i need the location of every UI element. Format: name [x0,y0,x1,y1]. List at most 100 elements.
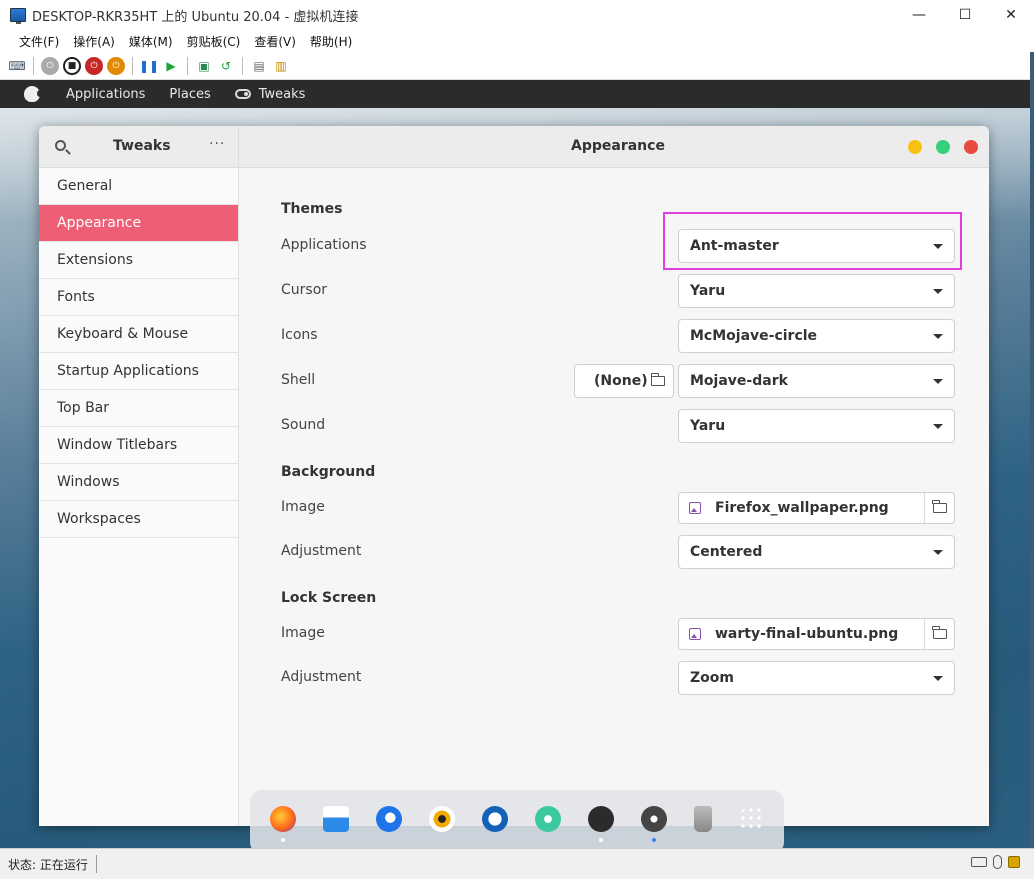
sidebar-item-window-titlebars[interactable]: Window Titlebars [39,427,238,464]
dropdown-arrow-icon [933,379,943,384]
dock [250,790,784,848]
shell-theme-label: Shell [281,372,316,388]
applications-theme-value: Ant-master [690,238,779,254]
shutdown-icon[interactable]: ⏻ [85,56,103,75]
sidebar-item-general[interactable]: General [39,168,238,205]
applications-menu[interactable]: Applications [66,87,145,102]
trash-icon[interactable] [694,806,712,832]
minimize-button[interactable]: — [896,0,942,30]
desktop-edge [1030,52,1034,848]
vm-connection-icon [10,8,26,24]
background-image-file-button[interactable]: Firefox_wallpaper.png [678,492,955,524]
background-adjustment-dropdown[interactable]: Centered [678,535,955,569]
status-separator [95,855,97,873]
browser-icon[interactable] [376,806,402,832]
icons-theme-label: Icons [281,327,318,343]
minimize-window-button[interactable] [908,140,922,154]
menu-media[interactable]: 媒体(M) [122,33,180,50]
applications-theme-label: Applications [281,237,367,253]
menu-help[interactable]: 帮助(H) [303,33,359,50]
sound-theme-value: Yaru [690,418,726,434]
lock-screen-adjustment-value: Zoom [690,670,734,686]
search-icon[interactable] [55,140,66,151]
dropdown-arrow-icon [933,289,943,294]
host-status-bar: 状态: 正在运行 [0,848,1034,879]
menu-file[interactable]: 文件(F) [12,33,66,50]
terminal-icon[interactable] [588,806,614,842]
gnome-top-bar: Applications Places Tweaks [0,80,1030,108]
pause-icon[interactable]: ❚❚ [139,57,159,75]
enhanced-session-icon[interactable]: ▤ [250,57,268,75]
dropdown-arrow-icon [933,550,943,555]
sidebar-item-startup-applications[interactable]: Startup Applications [39,353,238,390]
running-indicator [652,838,656,842]
shell-theme-value: Mojave-dark [690,373,788,389]
sidebar-item-windows[interactable]: Windows [39,464,238,501]
dropdown-arrow-icon [933,334,943,339]
apple-logo-icon[interactable] [24,86,43,102]
applications-theme-dropdown[interactable]: Ant-master [678,229,955,263]
shell-theme-file-button[interactable]: (None) [574,364,674,398]
lock-screen-image-value: warty-final-ubuntu.png [715,626,899,642]
ctrl-alt-del-icon[interactable]: ⌨ [8,57,26,75]
tweaks-sidebar: General Appearance Extensions Fonts Keyb… [39,168,239,826]
document-viewer-icon[interactable] [482,806,508,832]
tweaks-app-menu[interactable]: Tweaks [234,87,305,102]
checkpoint-icon[interactable]: ▣ [195,57,213,75]
maximize-button[interactable]: ☐ [942,0,988,30]
shell-theme-file-value: (None) [594,373,648,389]
close-window-button[interactable] [964,140,978,154]
guest-desktop: Applications Places Tweaks Tweaks ··· Ap… [0,80,1030,848]
sidebar-item-keyboard-mouse[interactable]: Keyboard & Mouse [39,316,238,353]
appearance-panel: Themes Applications Ant-master Cursor Ya… [239,168,989,826]
start-icon[interactable]: ⏻ [41,56,59,75]
background-image-browse[interactable] [924,493,954,523]
menu-action[interactable]: 操作(A) [66,33,122,50]
sidebar-item-workspaces[interactable]: Workspaces [39,501,238,538]
sound-theme-dropdown[interactable]: Yaru [678,409,955,443]
menu-view[interactable]: 查看(V) [247,33,303,50]
lock-screen-image-file-button[interactable]: warty-final-ubuntu.png [678,618,955,650]
turn-off-icon[interactable]: ■ [63,56,81,75]
media-player-icon[interactable] [429,806,455,832]
firefox-icon[interactable] [270,806,296,842]
shell-theme-dropdown[interactable]: Mojave-dark [678,364,955,398]
folder-icon [932,500,947,513]
sound-theme-label: Sound [281,417,326,433]
close-button[interactable]: ✕ [988,0,1034,30]
sidebar-item-extensions[interactable]: Extensions [39,242,238,279]
host-toolbar: ⌨ ⏻ ■ ⏻ ⏻ ❚❚ ▶ ▣ ↺ ▤ ▥ [0,52,1034,80]
themes-section-title: Themes [281,201,343,217]
folder-icon [650,373,665,386]
lock-screen-section-title: Lock Screen [281,590,377,606]
sidebar-header: Tweaks ··· [39,126,239,168]
resume-icon[interactable]: ▶ [162,57,180,75]
mail-icon[interactable] [323,806,349,832]
lock-screen-image-browse[interactable] [924,619,954,649]
background-section-title: Background [281,464,376,480]
dropdown-arrow-icon [933,676,943,681]
menu-clipboard[interactable]: 剪贴板(C) [180,33,248,50]
icons-theme-dropdown[interactable]: McMojave-circle [678,319,955,353]
more-options-icon[interactable]: ··· [209,136,225,152]
places-menu[interactable]: Places [169,87,210,102]
toolbar-separator [132,56,133,75]
host-menubar: 文件(F) 操作(A) 媒体(M) 剪贴板(C) 查看(V) 帮助(H) [0,30,1034,52]
lock-screen-adjustment-dropdown[interactable]: Zoom [678,661,955,695]
host-window-title: DESKTOP-RKR35HT 上的 Ubuntu 20.04 - 虚拟机连接 [32,9,359,25]
maximize-window-button[interactable] [936,140,950,154]
save-state-icon[interactable]: ⏻ [107,56,125,75]
dropdown-arrow-icon [933,244,943,249]
cursor-theme-dropdown[interactable]: Yaru [678,274,955,308]
network-icon[interactable] [535,806,561,832]
page-title: Appearance [571,138,665,154]
icons-theme-value: McMojave-circle [690,328,818,344]
sidebar-item-fonts[interactable]: Fonts [39,279,238,316]
revert-icon[interactable]: ↺ [217,57,235,75]
app-grid-icon[interactable] [739,806,765,832]
share-icon[interactable]: ▥ [272,57,290,75]
sidebar-item-top-bar[interactable]: Top Bar [39,390,238,427]
tweaks-icon[interactable] [641,806,667,842]
lock-screen-image-label: Image [281,625,325,641]
sidebar-item-appearance[interactable]: Appearance [39,205,238,242]
